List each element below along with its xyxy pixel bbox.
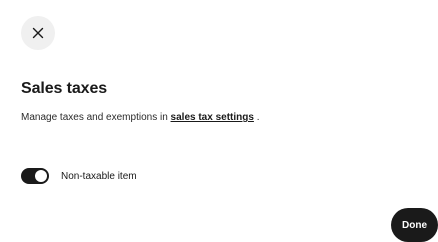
description-prefix: Manage taxes and exemptions in: [21, 112, 171, 123]
close-icon: [32, 27, 44, 39]
sales-taxes-panel: Sales taxes Manage taxes and exemptions …: [0, 0, 438, 242]
close-button[interactable]: [21, 16, 55, 50]
non-taxable-toggle[interactable]: [21, 168, 49, 184]
section-description: Manage taxes and exemptions in sales tax…: [21, 112, 259, 123]
section-title: Sales taxes: [21, 80, 108, 97]
toggle-knob: [35, 170, 47, 182]
non-taxable-toggle-label: Non-taxable item: [61, 170, 137, 182]
description-suffix: .: [253, 112, 260, 123]
sales-tax-settings-link[interactable]: sales tax settings: [171, 112, 254, 123]
done-button[interactable]: Done: [391, 208, 438, 242]
non-taxable-toggle-row: Non-taxable item: [21, 168, 137, 184]
